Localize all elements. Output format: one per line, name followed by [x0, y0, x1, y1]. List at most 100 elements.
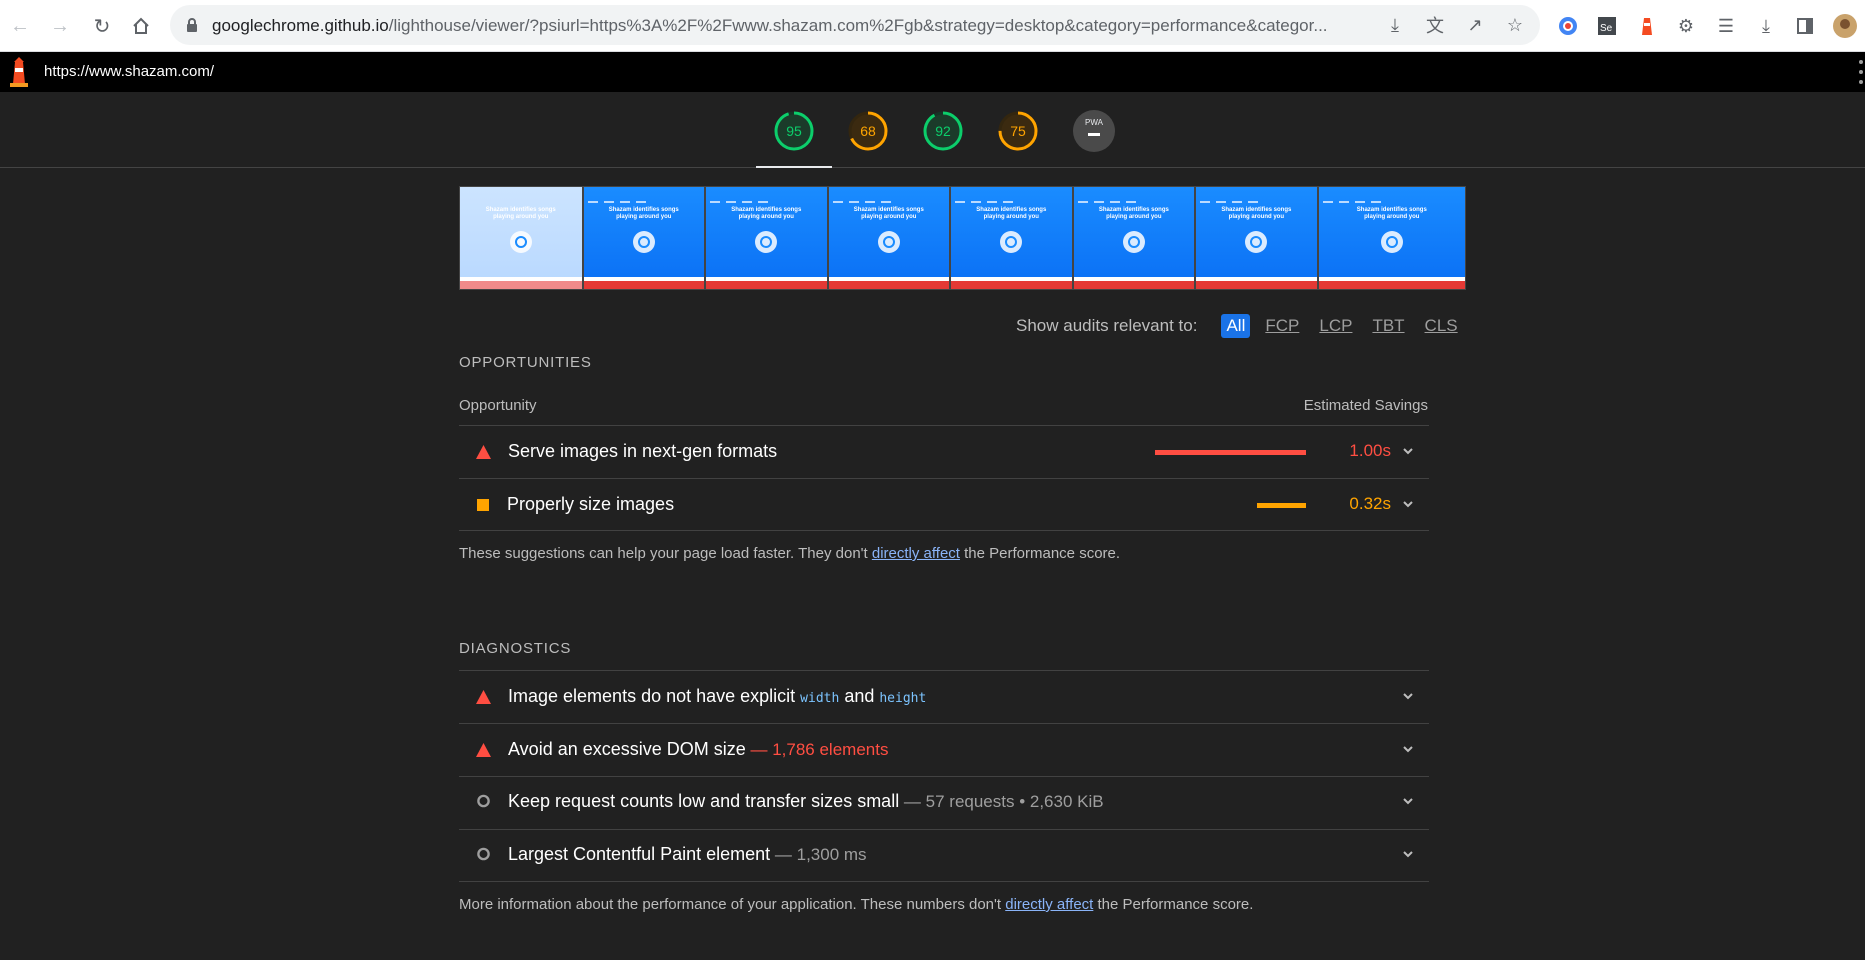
- metric-filter: Show audits relevant to: All FCP LCP TBT…: [1016, 314, 1463, 338]
- average-square-icon: [477, 499, 489, 511]
- savings-value: 1.00s: [1349, 441, 1391, 460]
- chevron-down-icon[interactable]: [1401, 444, 1415, 458]
- filmstrip-frame: Shazam identifies songs playing around yo…: [705, 186, 828, 290]
- audit-display-value: — 1,300 ms: [770, 845, 867, 864]
- divider: [459, 530, 1429, 531]
- fail-triangle-icon: [476, 690, 491, 704]
- filter-cls[interactable]: CLS: [1420, 314, 1463, 338]
- audit-row-next-gen-formats[interactable]: Serve images in next-gen formats 1.00s: [459, 426, 1429, 478]
- audit-title: Image elements do not have explicit widt…: [508, 686, 927, 706]
- filmstrip-frame: Shazam identifies songs playing around yo…: [1317, 186, 1467, 290]
- gauge-score-seo: 75: [1010, 123, 1026, 139]
- audit-row-lcp-element[interactable]: Largest Contentful Paint element — 1,300…: [459, 829, 1429, 881]
- reload-icon[interactable]: ↻: [88, 12, 116, 40]
- filmstrip: Shazam identifies songs playing around yo…: [459, 186, 1467, 290]
- bookmark-star-icon[interactable]: ☆: [1504, 14, 1526, 36]
- shazam-logo-icon: [1245, 231, 1268, 253]
- gauge-accessibility[interactable]: 68: [847, 110, 889, 152]
- info-circle-icon: [477, 847, 490, 861]
- savings-bar: [1155, 450, 1306, 455]
- gauge-score-best-practices: 92: [935, 123, 951, 139]
- address-bar-url: googlechrome.github.io/lighthouse/viewer…: [212, 16, 1328, 35]
- gauge-seo[interactable]: 75: [997, 110, 1039, 152]
- chevron-down-icon[interactable]: [1401, 689, 1415, 703]
- lighthouse-extension-icon[interactable]: [1634, 13, 1660, 39]
- filter-lcp[interactable]: LCP: [1314, 314, 1357, 338]
- lighthouse-topbar: https://www.shazam.com/: [0, 52, 1865, 92]
- back-icon[interactable]: ←: [6, 12, 34, 40]
- info-circle-icon: [477, 794, 490, 808]
- chevron-down-icon[interactable]: [1401, 794, 1415, 808]
- chevron-down-icon[interactable]: [1401, 497, 1415, 511]
- fail-triangle-icon: [476, 445, 491, 459]
- color-picker-extension-icon[interactable]: [1555, 13, 1581, 39]
- chevron-down-icon[interactable]: [1401, 742, 1415, 756]
- svg-text:Se: Se: [1600, 23, 1613, 34]
- home-icon[interactable]: [127, 12, 155, 40]
- side-panel-icon[interactable]: [1792, 13, 1818, 39]
- audit-title: Properly size images: [507, 494, 675, 514]
- filter-tbt[interactable]: TBT: [1367, 314, 1409, 338]
- filmstrip-frame: Shazam identifies songs playing around yo…: [1072, 186, 1196, 290]
- filmstrip-frame: Shazam identifies songs playing around yo…: [827, 186, 951, 290]
- filter-all[interactable]: All: [1221, 314, 1251, 338]
- pwa-dash-icon: [1088, 133, 1100, 136]
- share-icon[interactable]: ↗: [1464, 14, 1486, 36]
- gauge-best-practices[interactable]: 92: [922, 110, 964, 152]
- gauge-performance[interactable]: 95: [773, 110, 815, 152]
- audit-display-value: — 1,786 elements: [745, 740, 889, 759]
- audit-title: Keep request counts low and transfer siz…: [508, 791, 1104, 811]
- shazam-logo-icon: [755, 231, 778, 253]
- forward-icon[interactable]: →: [46, 12, 74, 40]
- audit-title: Largest Contentful Paint element — 1,300…: [508, 844, 867, 864]
- audit-row-properly-size-images[interactable]: Properly size images 0.32s: [459, 479, 1429, 531]
- downloads-icon[interactable]: ⤓: [1753, 13, 1779, 39]
- savings-column-header: Estimated Savings: [1303, 397, 1428, 414]
- audit-row-dom-size[interactable]: Avoid an excessive DOM size — 1,786 elem…: [459, 724, 1429, 776]
- selenium-extension-icon[interactable]: Se: [1594, 13, 1620, 39]
- filmstrip-frame: Shazam identifies songs playing around yo…: [950, 186, 1073, 290]
- profile-avatar[interactable]: [1832, 13, 1858, 39]
- opportunity-column-header: Opportunity: [459, 397, 537, 414]
- reading-list-icon[interactable]: ☰: [1713, 13, 1739, 39]
- metric-filter-label: Show audits relevant to:: [1016, 316, 1198, 335]
- audit-row-resource-summary[interactable]: Keep request counts low and transfer siz…: [459, 776, 1429, 828]
- tools-menu-icon[interactable]: [1857, 60, 1865, 84]
- chevron-down-icon[interactable]: [1401, 847, 1415, 861]
- install-icon[interactable]: ⤓: [1384, 14, 1406, 36]
- filter-fcp[interactable]: FCP: [1260, 314, 1304, 338]
- audit-display-value: — 57 requests • 2,630 KiB: [899, 792, 1104, 811]
- lock-icon: [187, 18, 197, 32]
- extensions-puzzle-icon[interactable]: ⚙: [1673, 13, 1699, 39]
- opportunities-footnote: These suggestions can help your page loa…: [459, 545, 1121, 562]
- directly-affect-link[interactable]: directly affect: [1005, 896, 1093, 913]
- opportunities-heading: OPPORTUNITIES: [459, 354, 592, 371]
- scores-header: 95 68 92 75 PWA: [0, 92, 1865, 168]
- diagnostics-heading: DIAGNOSTICS: [459, 640, 572, 657]
- shazam-logo-icon: [1122, 231, 1145, 253]
- gauge-pwa-badge[interactable]: PWA: [1073, 110, 1115, 152]
- report-url[interactable]: https://www.shazam.com/: [44, 63, 214, 80]
- shazam-logo-icon: [509, 231, 532, 253]
- diagnostics-footnote: More information about the performance o…: [459, 896, 1254, 913]
- fail-triangle-icon: [476, 743, 491, 757]
- translate-icon[interactable]: 文: [1424, 14, 1446, 36]
- shazam-logo-icon: [1380, 231, 1403, 253]
- filmstrip-frame: Shazam identifies songs playing around yo…: [1195, 186, 1318, 290]
- filmstrip-frame: Shazam identifies songs playing around yo…: [582, 186, 706, 290]
- browser-toolbar: ← → ↻ googlechrome.github.io/lighthouse/…: [0, 0, 1865, 52]
- gauge-score-accessibility: 68: [860, 123, 876, 139]
- lighthouse-logo-icon: [10, 57, 28, 87]
- gauge-score-performance: 95: [786, 123, 802, 139]
- directly-affect-link[interactable]: directly affect: [872, 545, 960, 562]
- savings-value: 0.32s: [1349, 494, 1391, 513]
- filmstrip-frame: Shazam identifies songs playing around yo…: [459, 186, 583, 290]
- pwa-label: PWA: [1085, 118, 1103, 127]
- audit-title: Serve images in next-gen formats: [508, 441, 778, 461]
- audit-row-unsized-images[interactable]: Image elements do not have explicit widt…: [459, 671, 1429, 723]
- shazam-logo-icon: [877, 231, 900, 253]
- shazam-logo-icon: [1000, 231, 1023, 253]
- address-bar[interactable]: googlechrome.github.io/lighthouse/viewer…: [170, 5, 1540, 45]
- shazam-logo-icon: [632, 231, 655, 253]
- audit-title: Avoid an excessive DOM size — 1,786 elem…: [508, 739, 889, 759]
